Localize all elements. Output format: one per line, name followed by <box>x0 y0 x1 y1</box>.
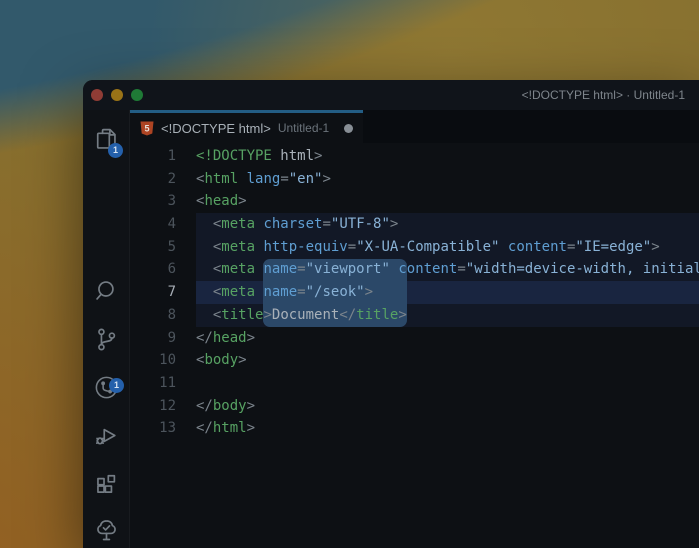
zoom-button[interactable] <box>131 89 143 101</box>
extensions-badge: 1 <box>109 378 124 393</box>
traffic-lights <box>83 89 143 101</box>
line-number[interactable]: 1 <box>130 145 196 168</box>
line-content: <title>Document</title> <box>196 304 699 327</box>
tab-modified-indicator[interactable] <box>344 124 353 133</box>
code-line[interactable]: 12</body> <box>130 395 699 418</box>
code-line[interactable]: 2<html lang="en"> <box>130 168 699 191</box>
run-debug-icon[interactable] <box>93 422 120 449</box>
window-title: <!DOCTYPE html> · Untitled-1 <box>522 80 685 110</box>
code-line[interactable]: 10<body> <box>130 349 699 372</box>
code-line[interactable]: 6 <meta name="viewport" content="width=d… <box>130 258 699 281</box>
line-content: </html> <box>196 417 699 440</box>
tab-label: <!DOCTYPE html> <box>161 121 271 136</box>
vscode-window: <!DOCTYPE html> · Untitled-1 1 <box>83 80 699 548</box>
line-number[interactable]: 4 <box>130 213 196 236</box>
source-control-icon[interactable] <box>93 326 120 353</box>
line-content <box>196 372 699 395</box>
desktop: { "window": { "titlebar": { "title": "<!… <box>0 0 699 548</box>
line-content: <head> <box>196 190 699 213</box>
line-content: <body> <box>196 349 699 372</box>
code-line[interactable]: 8 <title>Document</title> <box>130 304 699 327</box>
code-line[interactable]: 4 <meta charset="UTF-8"> <box>130 213 699 236</box>
code-line[interactable]: 9</head> <box>130 327 699 350</box>
code-editor[interactable]: 1<!DOCTYPE html>2<html lang="en">3<head>… <box>130 143 699 548</box>
line-number[interactable]: 3 <box>130 190 196 213</box>
close-button[interactable] <box>91 89 103 101</box>
code-line[interactable]: 1<!DOCTYPE html> <box>130 145 699 168</box>
line-content: <meta http-equiv="X-UA-Compatible" conte… <box>196 236 699 259</box>
code-lines: 1<!DOCTYPE html>2<html lang="en">3<head>… <box>130 143 699 440</box>
activity-bar: 1 <box>83 110 130 548</box>
explorer-icon[interactable]: 1 <box>93 126 120 153</box>
line-number[interactable]: 13 <box>130 417 196 440</box>
line-content: <html lang="en"> <box>196 168 699 191</box>
line-content: <!DOCTYPE html> <box>196 145 699 168</box>
code-line[interactable]: 3<head> <box>130 190 699 213</box>
line-number[interactable]: 11 <box>130 372 196 395</box>
line-content: </body> <box>196 395 699 418</box>
line-content: </head> <box>196 327 699 350</box>
line-number[interactable]: 12 <box>130 395 196 418</box>
line-content: <meta name="viewport" content="width=dev… <box>196 258 699 281</box>
line-number[interactable]: 2 <box>130 168 196 191</box>
tab-bar: 5 <!DOCTYPE html> Untitled-1 <box>130 110 699 143</box>
code-line[interactable]: 13</html> <box>130 417 699 440</box>
line-number[interactable]: 7 <box>130 281 196 304</box>
search-icon[interactable] <box>93 278 120 305</box>
tab-description: Untitled-1 <box>278 121 329 135</box>
html5-icon: 5 <box>140 121 154 136</box>
explorer-badge: 1 <box>108 143 123 158</box>
code-line[interactable]: 7 <meta name="/seok"> <box>130 281 699 304</box>
line-number[interactable]: 6 <box>130 258 196 281</box>
line-content: <meta name="/seok"> <box>196 281 699 304</box>
tab-untitled-1[interactable]: 5 <!DOCTYPE html> Untitled-1 <box>130 110 363 143</box>
minimize-button[interactable] <box>111 89 123 101</box>
title-bar[interactable]: <!DOCTYPE html> · Untitled-1 <box>83 80 699 110</box>
line-number[interactable]: 8 <box>130 304 196 327</box>
extensions-icon[interactable]: 1 <box>93 471 120 498</box>
line-number[interactable]: 5 <box>130 236 196 259</box>
line-content: <meta charset="UTF-8"> <box>196 213 699 236</box>
todo-tree-icon[interactable] <box>93 517 120 544</box>
code-line[interactable]: 11 <box>130 372 699 395</box>
svg-text:5: 5 <box>144 123 149 133</box>
line-number[interactable]: 9 <box>130 327 196 350</box>
code-line[interactable]: 5 <meta http-equiv="X-UA-Compatible" con… <box>130 236 699 259</box>
line-number[interactable]: 10 <box>130 349 196 372</box>
